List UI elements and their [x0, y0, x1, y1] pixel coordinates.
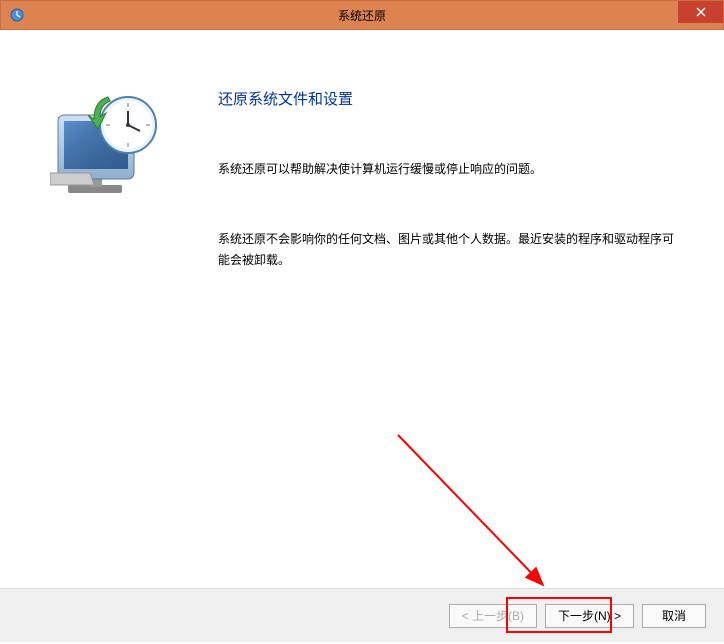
- left-pane: [0, 30, 190, 588]
- system-restore-icon: [50, 85, 160, 205]
- back-button: < 上一步(B): [449, 604, 537, 628]
- page-heading: 还原系统文件和设置: [218, 88, 684, 109]
- content-area: 还原系统文件和设置 系统还原可以帮助解决使计算机运行缓慢或停止响应的问题。 系统…: [0, 30, 724, 588]
- right-pane: 还原系统文件和设置 系统还原可以帮助解决使计算机运行缓慢或停止响应的问题。 系统…: [190, 30, 724, 588]
- footer: < 上一步(B) 下一步(N) > 取消: [0, 588, 724, 642]
- app-icon: [9, 7, 25, 23]
- close-button[interactable]: [678, 1, 723, 23]
- titlebar: 系统还原: [0, 0, 724, 30]
- next-button[interactable]: 下一步(N) >: [545, 604, 634, 628]
- cancel-button[interactable]: 取消: [642, 604, 706, 628]
- description-paragraph-2: 系统还原不会影响你的任何文档、图片或其他个人数据。最近安装的程序和驱动程序可能会…: [218, 229, 684, 272]
- close-icon: [696, 7, 706, 17]
- description-paragraph-1: 系统还原可以帮助解决使计算机运行缓慢或停止响应的问题。: [218, 159, 684, 181]
- window-title: 系统还原: [338, 7, 386, 24]
